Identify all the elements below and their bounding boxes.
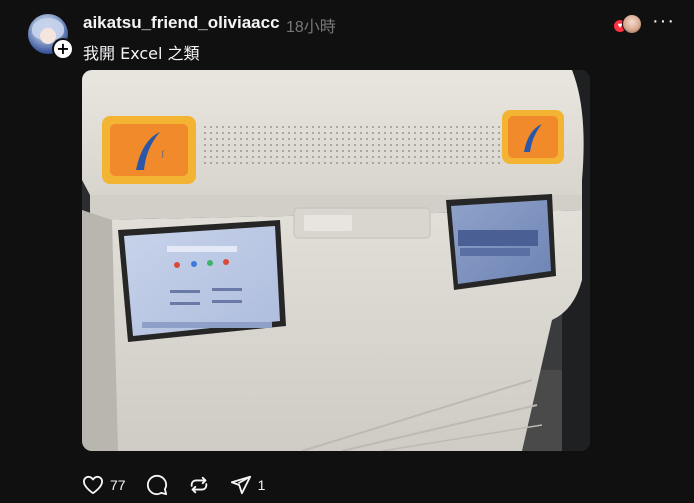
follow-plus-icon[interactable]: + [52, 38, 74, 60]
repost-button[interactable] [188, 474, 210, 496]
heart-icon [83, 475, 103, 495]
comment-icon [146, 474, 167, 496]
send-icon [230, 475, 251, 495]
action-bar: 77 1 [82, 473, 285, 497]
author-avatar[interactable]: + [28, 14, 74, 60]
share-button[interactable]: 1 [230, 474, 266, 496]
share-count: 1 [257, 477, 266, 493]
like-count: 77 [110, 477, 126, 493]
author-username[interactable]: aikatsu_friend_oliviaacc [83, 13, 280, 33]
more-options-icon[interactable]: ··· [652, 10, 675, 33]
like-button[interactable]: 77 [82, 475, 126, 495]
post-caption: 我開 Excel 之類 [83, 44, 200, 63]
post-timestamp: 18小時 [286, 19, 336, 36]
post-photo[interactable]: ʃ [82, 70, 590, 451]
thread-post: + aikatsu_friend_oliviaacc 18小時 ♥ ··· 我開… [0, 0, 694, 503]
reactor-avatar [622, 14, 642, 34]
comment-button[interactable] [146, 474, 168, 496]
reaction-avatars[interactable]: ♥ [614, 14, 642, 36]
kiosk-photo-illustration: ʃ [82, 70, 590, 451]
repost-icon [190, 476, 207, 494]
